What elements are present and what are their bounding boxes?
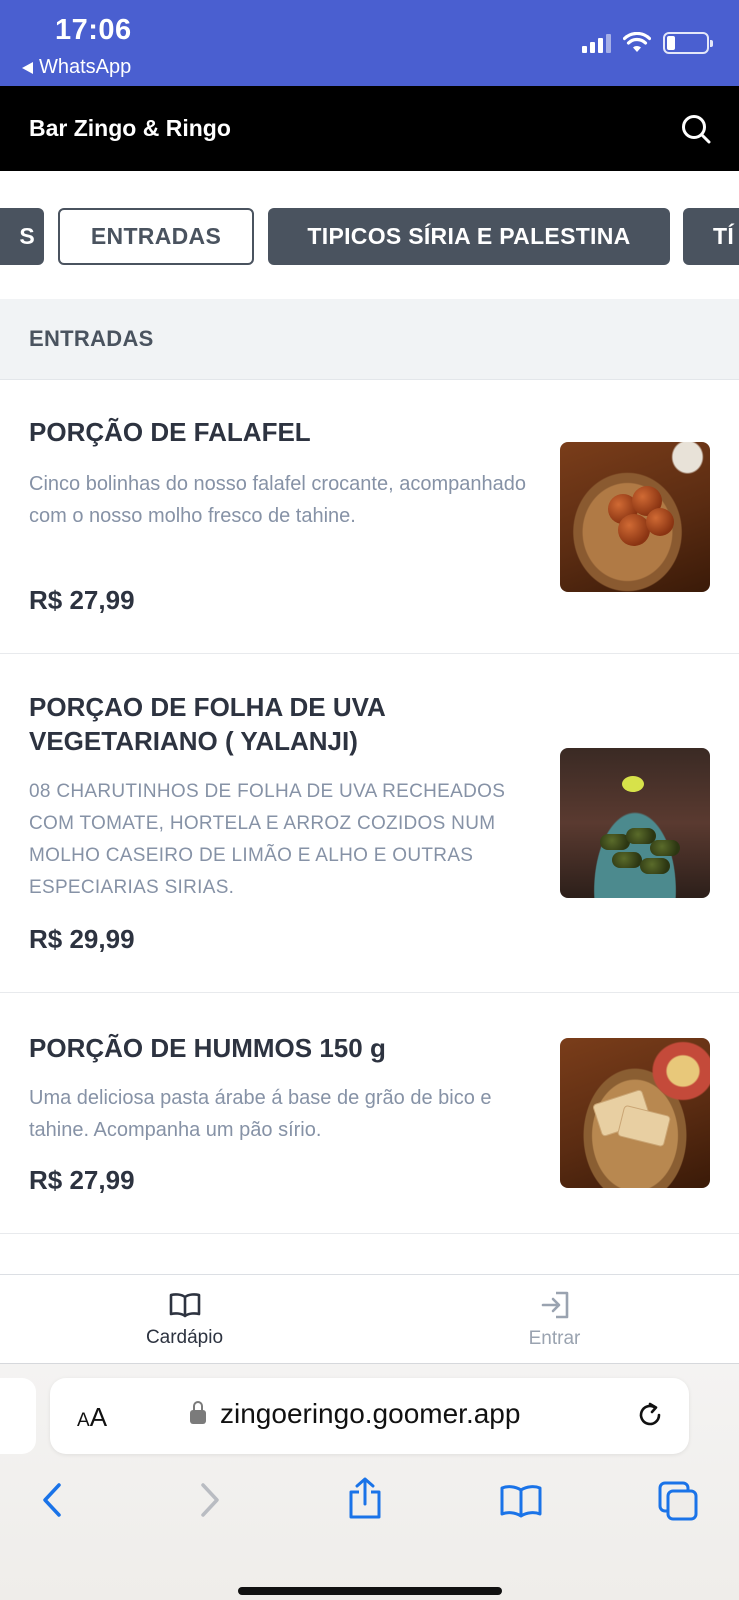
browser-chrome: AA zingoeringo.goomer.app — [0, 1364, 739, 1600]
address-bar[interactable]: AA zingoeringo.goomer.app — [50, 1378, 689, 1454]
restaurant-title: Bar Zingo & Ringo — [29, 115, 231, 141]
item-price: R$ 27,99 — [29, 585, 135, 615]
grape-leaves-photo — [560, 748, 710, 898]
menu-item[interactable]: PORÇÃO DE HUMMOS 150 g Uma deliciosa pas… — [0, 993, 739, 1234]
bottom-nav: Cardápio Entrar — [0, 1274, 739, 1364]
item-price: R$ 27,99 — [29, 1165, 135, 1195]
item-description: Cinco bolinhas do nosso falafel crocante… — [29, 473, 526, 527]
section-title: ENTRADAS — [0, 299, 739, 380]
back-arrow-icon — [22, 61, 33, 74]
category-tab-entradas[interactable]: ENTRADAS — [58, 208, 254, 265]
battery-icon — [663, 32, 713, 54]
text-size-button[interactable]: AA — [77, 1402, 107, 1433]
status-icons — [582, 32, 713, 54]
nav-menu[interactable]: Cardápio — [0, 1275, 369, 1365]
cellular-signal-icon — [582, 33, 611, 53]
menu-item[interactable]: PORÇÃO DE FALAFEL Cinco bolinhas do noss… — [0, 381, 739, 654]
item-price: R$ 29,99 — [29, 924, 135, 954]
hummus-photo — [560, 1038, 710, 1188]
back-to-app-link[interactable]: WhatsApp — [22, 56, 131, 79]
login-icon — [541, 1291, 568, 1319]
back-icon[interactable] — [40, 1482, 64, 1518]
category-tab-tipicos[interactable]: TIPICOS SÍRIA E PALESTINA — [268, 208, 670, 265]
item-name: PORÇÃO DE FALAFEL — [29, 417, 311, 447]
status-time: 17:06 — [55, 14, 132, 46]
share-icon[interactable] — [347, 1476, 383, 1520]
reload-icon[interactable] — [635, 1400, 665, 1430]
app-header: Bar Zingo & Ringo — [0, 86, 739, 171]
item-name: PORÇÃO DE HUMMOS 150 g — [29, 1033, 386, 1063]
nav-login-label: Entrar — [528, 1328, 581, 1349]
wifi-icon — [623, 32, 651, 52]
lock-icon — [190, 1401, 206, 1424]
item-description: 08 CHARUTINHOS DE FOLHA DE UVA RECHEADOS… — [29, 781, 506, 898]
search-icon[interactable] — [681, 114, 711, 144]
nav-login[interactable]: Entrar — [370, 1275, 739, 1365]
previous-tab-preview[interactable] — [0, 1378, 36, 1454]
nav-menu-label: Cardápio — [145, 1327, 224, 1348]
book-icon — [169, 1293, 200, 1318]
back-app-label: WhatsApp — [39, 56, 132, 78]
category-tabs: S ENTRADAS TIPICOS SÍRIA E PALESTINA TÍ — [0, 171, 739, 299]
url-display[interactable]: zingoeringo.goomer.app — [190, 1398, 520, 1430]
home-indicator — [238, 1587, 502, 1595]
category-tab-previous[interactable]: S — [0, 208, 44, 265]
tabs-icon[interactable] — [657, 1480, 699, 1522]
forward-icon[interactable] — [198, 1482, 222, 1518]
item-description: Uma deliciosa pasta árabe á base de grão… — [29, 1087, 492, 1141]
category-tab-next[interactable]: TÍ — [683, 208, 739, 265]
item-name: PORÇAO DE FOLHA DE UVA VEGETARIANO ( YAL… — [29, 692, 385, 756]
menu-item[interactable]: PORÇAO DE FOLHA DE UVA VEGETARIANO ( YAL… — [0, 654, 739, 993]
falafel-photo — [560, 442, 710, 592]
url-text: zingoeringo.goomer.app — [220, 1398, 521, 1429]
status-bar: 17:06 WhatsApp — [0, 0, 739, 86]
bookmarks-icon[interactable] — [499, 1484, 543, 1518]
